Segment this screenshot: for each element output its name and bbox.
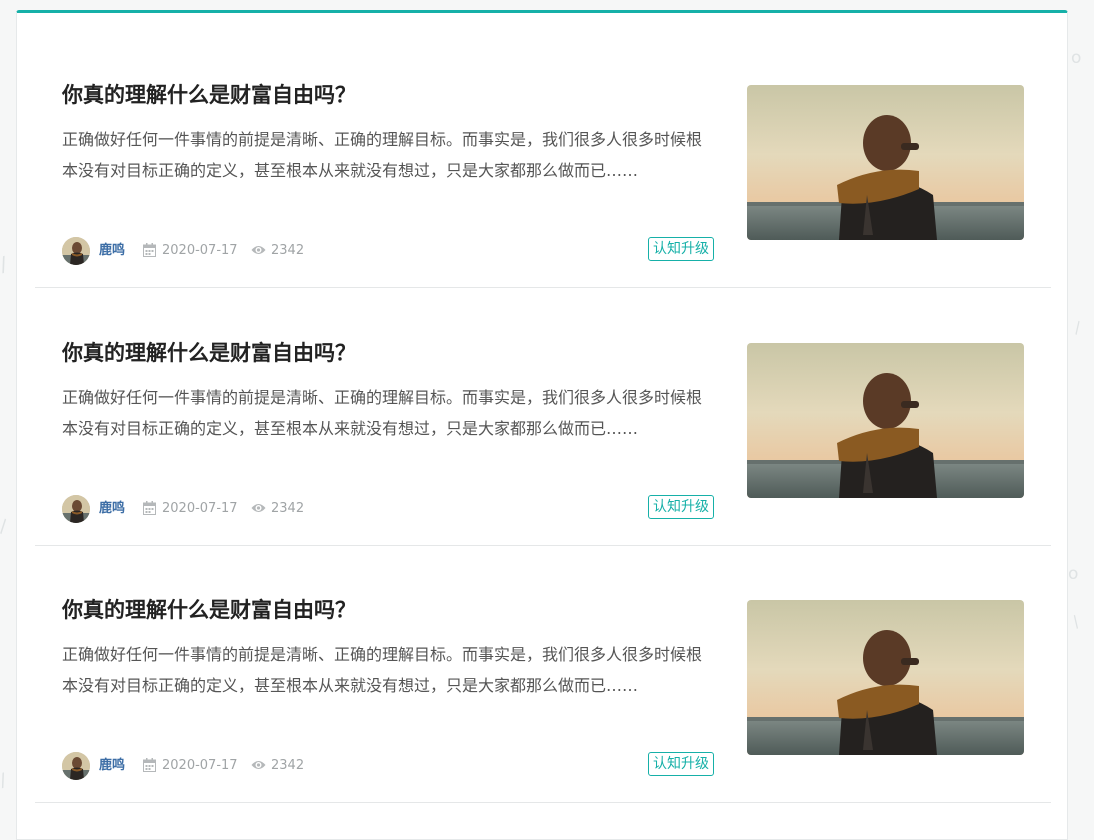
post-excerpt: 正确做好任何一件事情的前提是清晰、正确的理解目标。而事实是，我们很多人很多时候根… <box>62 382 710 444</box>
post-thumbnail[interactable] <box>747 343 1024 498</box>
post-title[interactable]: 你真的理解什么是财富自由吗？ <box>62 338 356 368</box>
eye-icon <box>251 759 266 771</box>
post-excerpt: 正确做好任何一件事情的前提是清晰、正确的理解目标。而事实是，我们很多人很多时候根… <box>62 124 710 186</box>
avatar[interactable] <box>62 237 90 265</box>
post-date: 2020-07-17 <box>162 242 238 260</box>
post-meta: 鹿鸣 2020-07-17 2342 认知升级 <box>62 752 714 780</box>
avatar[interactable] <box>62 495 90 523</box>
avatar[interactable] <box>62 752 90 780</box>
post-meta: 鹿鸣 2020-07-17 2342 认知升级 <box>62 237 714 265</box>
calendar-icon <box>143 501 156 515</box>
post-thumbnail[interactable] <box>747 85 1024 240</box>
post-date: 2020-07-17 <box>162 757 238 775</box>
view-count: 2342 <box>271 500 304 518</box>
bg-slash-mark: / <box>0 770 9 792</box>
post-item[interactable]: 你真的理解什么是财富自由吗？ 正确做好任何一件事情的前提是清晰、正确的理解目标。… <box>35 288 1051 546</box>
post-item[interactable]: 你真的理解什么是财富自由吗？ 正确做好任何一件事情的前提是清晰、正确的理解目标。… <box>35 30 1051 288</box>
post-title[interactable]: 你真的理解什么是财富自由吗？ <box>62 80 356 110</box>
bg-dash-mark: / <box>1069 612 1083 631</box>
category-tag[interactable]: 认知升级 <box>648 237 714 261</box>
post-list-panel: 你真的理解什么是财富自由吗？ 正确做好任何一件事情的前提是清晰、正确的理解目标。… <box>16 10 1068 840</box>
calendar-icon <box>143 758 156 772</box>
bg-circle-mark: o <box>1071 48 1081 68</box>
bg-circle-mark: o <box>1068 564 1078 584</box>
bg-slash-mark: \ <box>0 516 12 537</box>
author-name[interactable]: 鹿鸣 <box>99 500 125 518</box>
calendar-icon <box>143 243 156 257</box>
eye-icon <box>251 244 266 256</box>
view-count: 2342 <box>271 242 304 260</box>
eye-icon <box>251 502 266 514</box>
post-date: 2020-07-17 <box>162 500 238 518</box>
post-meta: 鹿鸣 2020-07-17 2342 认知升级 <box>62 495 714 523</box>
post-title[interactable]: 你真的理解什么是财富自由吗？ <box>62 595 356 625</box>
category-tag[interactable]: 认知升级 <box>648 495 714 519</box>
post-item[interactable]: 你真的理解什么是财富自由吗？ 正确做好任何一件事情的前提是清晰、正确的理解目标。… <box>35 545 1051 803</box>
author-name[interactable]: 鹿鸣 <box>99 757 125 775</box>
bg-dash-mark: \ <box>1071 318 1085 337</box>
author-name[interactable]: 鹿鸣 <box>99 242 125 260</box>
view-count: 2342 <box>271 757 304 775</box>
post-excerpt: 正确做好任何一件事情的前提是清晰、正确的理解目标。而事实是，我们很多人很多时候根… <box>62 639 710 701</box>
post-thumbnail[interactable] <box>747 600 1024 755</box>
bg-slash-mark: / <box>0 252 10 277</box>
category-tag[interactable]: 认知升级 <box>648 752 714 776</box>
